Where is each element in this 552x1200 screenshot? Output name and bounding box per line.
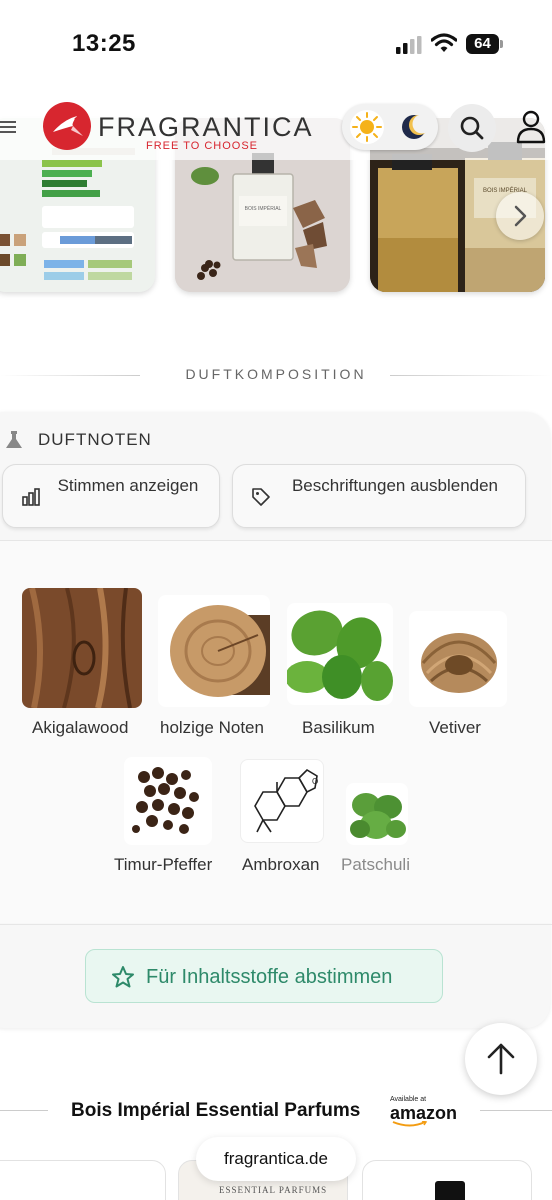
battery-icon: 64 [466,34,503,54]
user-account-icon[interactable] [515,108,547,144]
scroll-to-top-button[interactable] [465,1023,537,1095]
product-bottle-cap [435,1181,465,1200]
sun-icon[interactable] [350,110,384,144]
note-vetiver[interactable]: Vetiver [409,611,507,738]
hamburger-menu-icon[interactable] [0,118,18,136]
offer-card-label: ESSENTIAL PARFUMS [219,1185,328,1195]
patchouli-leaves-image [346,783,408,845]
bar-chart-icon [22,488,40,506]
show-votes-button[interactable]: Stimmen anzeigen [2,464,220,528]
note-akigalawood[interactable]: Akigalawood [22,588,142,738]
note-label: Patschuli [341,855,410,874]
sun-glyph [352,112,382,142]
section-title: DUFTKOMPOSITION [185,366,367,382]
site-header: FRAGRANTICA FREE TO CHOOSE [0,100,552,166]
basilikum-image [287,603,393,705]
amazon-smile-icon [392,1121,428,1127]
note-label: holzige Noten [160,718,264,737]
tag-icon [252,488,270,506]
buy-section-heading: Bois Impérial Essential Parfums Availabl… [0,1096,552,1136]
molecule-structure-image: O [254,768,318,833]
hide-labels-button[interactable]: Beschriftungen ausblenden [232,464,526,528]
offer-card[interactable] [362,1160,532,1200]
svg-text:O: O [312,777,318,786]
vetiver-image [409,611,507,707]
vote-ingredients-label: Für Inhaltsstoffe abstimmen [146,966,393,988]
wood-grain-image [22,588,142,708]
peppercorns-image [124,757,212,845]
show-votes-label: Stimmen anzeigen [57,476,199,495]
timur-pfeffer-image [124,757,212,845]
amazon-badge[interactable]: Available at amazon [388,1096,457,1127]
patschuli-image [346,783,408,845]
flask-icon [6,431,22,448]
hide-labels-label: Beschriftungen ausblenden [291,476,499,495]
buy-section-title: Bois Impérial Essential Parfums [71,1100,361,1121]
status-time: 13:25 [72,30,136,57]
akigalawood-image [22,588,142,708]
search-button[interactable] [448,104,496,152]
moon-glyph [402,114,432,139]
battery-level: 64 [466,34,499,54]
brand-name[interactable]: FRAGRANTICA [98,112,314,143]
vetiver-roots-image [409,611,507,707]
browser-url-bar[interactable]: fragrantica.de [196,1137,356,1181]
star-icon [112,966,134,988]
note-label: Ambroxan [242,855,320,874]
note-holzige-noten[interactable]: holzige Noten [158,595,272,738]
notes-divider-bottom [0,924,552,925]
arrow-up-icon [487,1043,515,1075]
notes-header: DUFTNOTEN [0,418,552,462]
battery-tip [500,40,503,48]
carousel-next-button[interactable] [496,192,544,240]
note-timur-pfeffer[interactable]: Timur-Pfeffer [114,757,224,875]
section-heading: DUFTKOMPOSITION [0,366,552,386]
amazon-available-text: Available at [390,1096,427,1103]
note-label: Vetiver [429,718,481,737]
brand-tagline: FREE TO CHOOSE [146,140,259,152]
note-ambroxan[interactable]: O Ambroxan [238,759,328,875]
log-section-image [158,595,270,707]
vote-ingredients-button[interactable]: Für Inhaltsstoffe abstimmen [85,949,443,1003]
chevron-right-icon [514,205,527,227]
cellular-signal-icon [396,36,422,54]
fragrantica-logo-icon[interactable] [43,102,91,150]
note-patschuli[interactable]: Patschuli [340,783,416,875]
theme-toggle[interactable] [342,104,438,150]
wifi-icon [431,33,457,52]
note-label: Basilikum [302,718,375,737]
moon-icon[interactable] [397,110,432,144]
note-label: Timur-Pfeffer [114,855,213,874]
status-bar: 13:25 64 [0,0,552,90]
heading-line-right [480,1110,552,1111]
note-label: Akigalawood [32,718,129,737]
hummingbird-icon [53,116,83,136]
ambroxan-image: O [240,759,324,843]
basil-leaves-image [287,603,393,705]
offer-card[interactable] [0,1160,166,1200]
holzige-noten-image [158,595,270,707]
notes-title: DUFTNOTEN [38,430,152,449]
note-basilikum[interactable]: Basilikum [287,603,393,738]
search-icon [460,116,484,140]
heading-line-left [0,1110,48,1111]
bottle-label-text: BOIS IMPÉRIAL [245,205,282,212]
